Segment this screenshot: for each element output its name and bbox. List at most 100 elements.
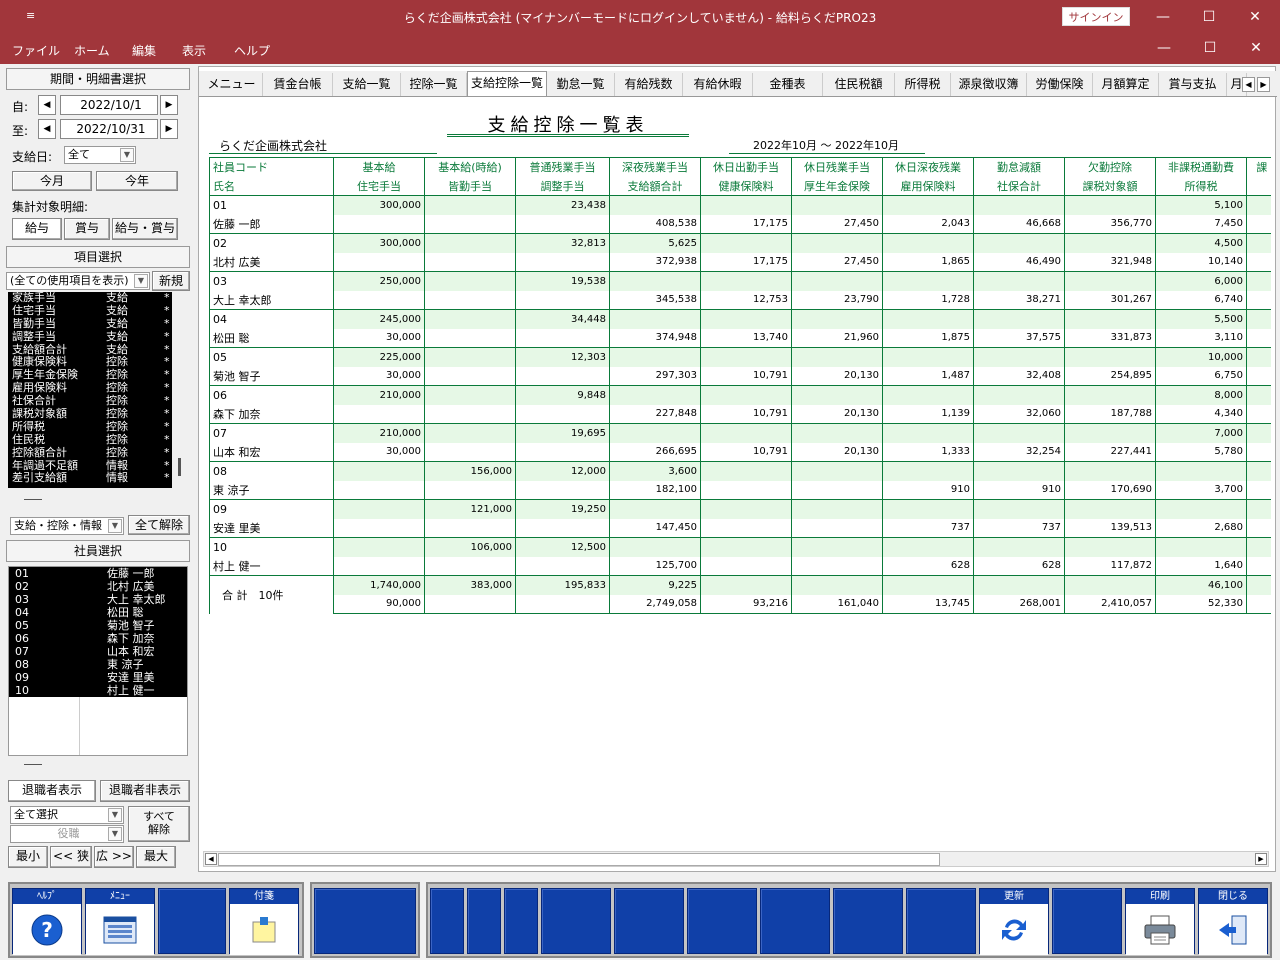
to-date-input[interactable]: 2022/10/31 — [60, 119, 158, 139]
menu-home[interactable]: ホーム — [74, 42, 110, 59]
update-button[interactable]: 更新 — [979, 888, 1049, 955]
item-list-row[interactable]: 所得税 控除 * — [8, 420, 172, 434]
item-list-row[interactable]: 課税対象額 控除 * — [8, 407, 172, 421]
fkey-blank-7[interactable] — [614, 888, 684, 954]
from-next-button[interactable]: ▶ — [160, 95, 178, 115]
tab-13[interactable]: 月額算定 — [1093, 73, 1159, 96]
fkey-blank-4[interactable] — [467, 888, 501, 954]
print-button[interactable]: 印刷 — [1125, 888, 1195, 955]
splitter-handle[interactable] — [24, 499, 42, 500]
tab-11[interactable]: 源泉徴収簿 — [951, 73, 1027, 96]
tab-2[interactable]: 支給一覧 — [333, 73, 401, 96]
size-wide-button[interactable]: 広 >> — [94, 846, 134, 868]
scroll-thumb[interactable] — [218, 853, 940, 866]
report-grid[interactable]: 社員コード 基本給 基本給(時給) 普通残業手当 深夜残業手当 休日出勤手当 休日残業手当休… — [209, 157, 1271, 621]
fkey-blank-2[interactable] — [314, 888, 416, 954]
close-button[interactable]: 閉じる — [1198, 888, 1268, 955]
tab-10[interactable]: 所得税 — [895, 73, 951, 96]
tab-14[interactable]: 賞与支払 — [1159, 73, 1227, 96]
employee-list-row[interactable]: 03 大上 幸太郎 — [9, 593, 187, 606]
tab-0[interactable]: メニュー — [201, 73, 263, 96]
note-button[interactable]: 付箋 — [229, 888, 299, 955]
item-list-row[interactable]: 調整手当 支給 * — [8, 330, 172, 344]
target-both-button[interactable]: 給与・賞与 — [112, 218, 178, 240]
doc-restore-icon[interactable]: ☐ — [1198, 40, 1222, 56]
tab-1[interactable]: 賃金台帳 — [263, 73, 333, 96]
fkey-blank-8[interactable] — [687, 888, 757, 954]
doc-close-icon[interactable]: ✕ — [1244, 40, 1268, 56]
show-retired-button[interactable]: 退職者表示 — [8, 780, 96, 802]
employee-list-row[interactable]: 06 森下 加奈 — [9, 632, 187, 645]
tab-12[interactable]: 労働保険 — [1027, 73, 1093, 96]
fkey-blank-10[interactable] — [833, 888, 903, 954]
menu-edit[interactable]: 編集 — [132, 42, 156, 59]
size-narrow-button[interactable]: << 狭 — [50, 846, 92, 868]
tab-9[interactable]: 住民税額 — [823, 73, 895, 96]
new-item-button[interactable]: 新規 — [152, 271, 190, 291]
position-select[interactable]: 役職 ▼ — [10, 825, 124, 843]
menu-help[interactable]: ヘルプ — [234, 42, 270, 59]
clear-all-button[interactable]: 全て解除 — [128, 515, 190, 535]
item-list-row[interactable]: 住宅手当 支給 * — [8, 304, 172, 318]
tab-8[interactable]: 金種表 — [753, 73, 823, 96]
size-min-button[interactable]: 最小 — [8, 846, 48, 868]
payday-select[interactable]: 全て ▼ — [64, 146, 136, 164]
menu-view[interactable]: 表示 — [182, 42, 206, 59]
target-bonus-button[interactable]: 賞与 — [64, 218, 110, 240]
item-list-scrollbar[interactable] — [174, 292, 190, 488]
tab-6[interactable]: 有給残数 — [615, 73, 683, 96]
help-button[interactable]: ﾍﾙﾌﾟ ? — [12, 888, 82, 955]
employee-list-row[interactable]: 05 菊池 智子 — [9, 619, 187, 632]
fkey-blank-12[interactable] — [1052, 888, 1122, 954]
item-filter-select[interactable]: (全ての使用項目を表示) ▼ — [6, 272, 150, 290]
item-type-select[interactable]: 支給・控除・情報 ▼ — [10, 517, 124, 535]
size-max-button[interactable]: 最大 — [136, 846, 176, 868]
employee-list[interactable]: 01 佐藤 一郎 02 北村 広美 03 大上 幸太郎 04 松田 聡 05 菊池 智子 06 森下 … — [8, 566, 188, 756]
item-list-row[interactable]: 皆勤手当 支給 * — [8, 317, 172, 331]
to-prev-button[interactable]: ◀ — [38, 119, 56, 139]
employee-list-row[interactable]: 09 安達 里美 — [9, 671, 187, 684]
menu-button[interactable]: ﾒﾆｭｰ — [85, 888, 155, 955]
splitter-handle[interactable] — [24, 764, 42, 765]
menu-file[interactable]: ファイル — [12, 42, 60, 59]
fkey-blank-3[interactable] — [430, 888, 464, 954]
fkey-blank-1[interactable] — [158, 888, 226, 954]
employee-list-row[interactable]: 08 東 涼子 — [9, 658, 187, 671]
fkey-blank-9[interactable] — [760, 888, 830, 954]
fkey-blank-6[interactable] — [541, 888, 611, 954]
hide-retired-button[interactable]: 退職者非表示 — [100, 780, 190, 802]
item-list-row[interactable]: 家族手当 支給 * — [8, 292, 172, 305]
close-icon[interactable]: ✕ — [1240, 6, 1270, 28]
fkey-blank-5[interactable] — [504, 888, 538, 954]
tab-3[interactable]: 控除一覧 — [401, 73, 467, 96]
employee-list-row[interactable]: 10 村上 健一 — [9, 684, 187, 697]
employee-list-row[interactable]: 04 松田 聡 — [9, 606, 187, 619]
tab-scroll-left-icon[interactable]: ◀ — [1242, 77, 1255, 92]
tab-4[interactable]: 支給控除一覧 — [467, 71, 547, 96]
horizontal-scrollbar[interactable]: ◀ ▶ — [203, 851, 1269, 867]
to-next-button[interactable]: ▶ — [160, 119, 178, 139]
tab-scroll-right-icon[interactable]: ▶ — [1257, 77, 1270, 92]
target-salary-button[interactable]: 給与 — [12, 218, 62, 240]
from-prev-button[interactable]: ◀ — [38, 95, 56, 115]
item-list-row[interactable]: 控除額合計 控除 * — [8, 446, 172, 460]
clear-all-employees-button[interactable]: すべて 解除 — [128, 806, 190, 842]
tab-5[interactable]: 勤怠一覧 — [547, 73, 615, 96]
item-list[interactable]: 家族手当 支給 * 住宅手当 支給 * 皆勤手当 支給 * 調整手当 支給 * 支給額合計 支給 * 健康保険… — [8, 292, 172, 488]
scroll-right-icon[interactable]: ▶ — [1255, 853, 1267, 865]
employee-list-row[interactable]: 02 北村 広美 — [9, 580, 187, 593]
employee-list-row[interactable]: 07 山本 和宏 — [9, 645, 187, 658]
doc-minimize-icon[interactable]: — — [1152, 40, 1176, 56]
item-list-row[interactable]: 差引支給額 情報 * — [8, 472, 172, 485]
employee-list-row[interactable]: 01 佐藤 一郎 — [9, 567, 187, 580]
maximize-icon[interactable]: ☐ — [1194, 6, 1224, 28]
scroll-left-icon[interactable]: ◀ — [205, 853, 217, 865]
from-date-input[interactable]: 2022/10/1 — [60, 95, 158, 115]
select-all-select[interactable]: 全て選択 ▼ — [10, 806, 124, 824]
signin-button[interactable]: サインイン — [1062, 7, 1130, 26]
this-month-button[interactable]: 今月 — [12, 171, 92, 191]
minimize-icon[interactable]: — — [1148, 6, 1178, 28]
tab-7[interactable]: 有給休暇 — [683, 73, 753, 96]
fkey-blank-11[interactable] — [906, 888, 976, 954]
item-list-row[interactable]: 住民税 控除 * — [8, 433, 172, 447]
